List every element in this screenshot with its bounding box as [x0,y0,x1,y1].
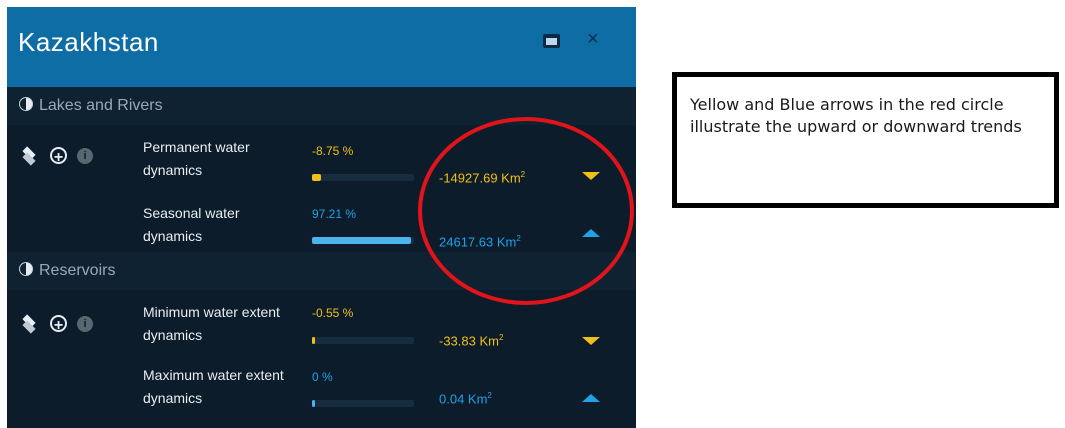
close-icon[interactable]: × [587,29,599,49]
metric-label: Permanent water dynamics [143,139,250,178]
add-circle-icon[interactable]: + [50,147,67,166]
half-circle-icon [19,262,33,276]
metric-label: Minimum water extent dynamics [143,304,280,343]
section-title: Reservoirs [39,262,116,279]
metric-label: Maximum water extent dynamics [143,367,284,406]
metric-area-value: 24617.63 Km2 [439,234,521,250]
metric-progress-fill [312,337,315,344]
panel-title: Kazakhstan [18,27,159,57]
metric-progress-fill [312,174,321,181]
trend-down-arrow-icon [582,172,600,180]
section-tools: + i [20,147,93,166]
trend-down-arrow-icon [582,337,600,345]
metric-label: Seasonal water dynamics [143,205,240,244]
trend-up-arrow-icon [582,394,600,402]
metric-percent: 97.21 % [312,207,357,221]
metric-progress-bar [312,237,414,244]
country-panel: Kazakhstan × Lakes and Rivers + i Perman… [7,7,636,428]
metric-area-value: 0.04 Km2 [439,391,492,407]
half-circle-icon [19,97,33,111]
annotation-box: Yellow and Blue arrows in the red circle… [672,72,1059,208]
window-icon[interactable] [543,34,560,48]
metric-progress-bar [312,337,414,344]
info-icon[interactable]: i [77,315,93,332]
metric-percent: -8.75 % [312,144,354,158]
metric-progress-bar [312,174,414,181]
section-tools: + i [20,315,93,334]
metric-progress-fill [312,237,411,244]
info-icon[interactable]: i [77,147,93,164]
add-circle-icon[interactable]: + [50,315,67,334]
metric-area-value: -33.83 Km2 [439,333,504,349]
section-header-reservoirs: Reservoirs [7,252,636,290]
layers-icon[interactable] [20,316,40,332]
section-header-lakes-and-rivers: Lakes and Rivers [7,87,636,125]
annotation-text: Yellow and Blue arrows in the red circle… [690,95,1022,136]
metric-percent: -0.55 % [312,306,354,320]
metric-area-value: -14927.69 Km2 [439,170,526,186]
panel-header: Kazakhstan × [7,7,636,87]
section-title: Lakes and Rivers [39,97,163,114]
layers-icon[interactable] [20,148,40,164]
metric-progress-bar [312,400,414,407]
trend-up-arrow-icon [582,229,600,237]
metric-percent: 0 % [312,370,333,384]
metric-progress-fill [312,400,315,407]
